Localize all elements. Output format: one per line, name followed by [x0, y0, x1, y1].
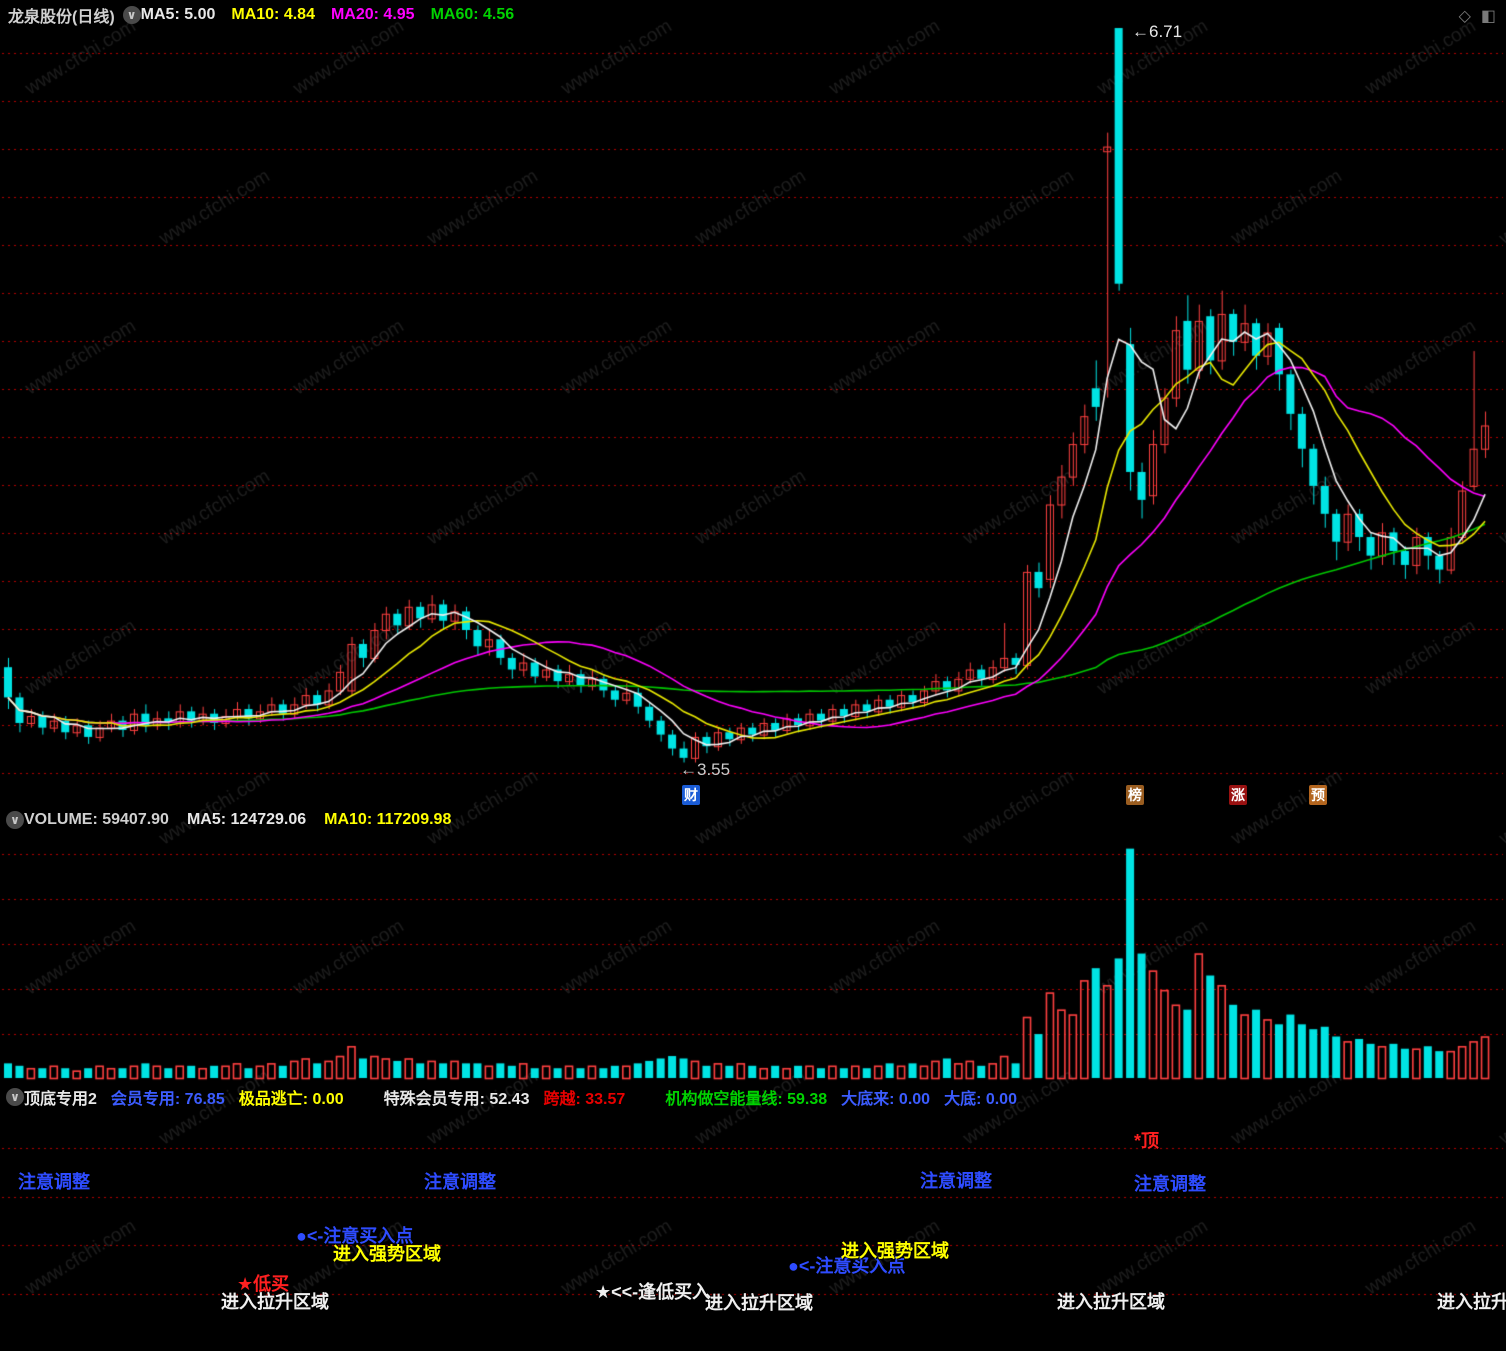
indicator-annotation: 进入拉升区域 [705, 1293, 813, 1313]
indicator-annotation: 进入拉升 [1437, 1292, 1506, 1312]
indicator-field: 会员专用: 76.85 [110, 1091, 225, 1108]
chart-canvas[interactable] [0, 0, 1506, 1351]
indicator-field: 大底: 0.00 [944, 1091, 1017, 1108]
chevron-down-icon[interactable]: ∨ [122, 6, 141, 24]
chevron-down-icon[interactable]: ∨ [6, 1088, 24, 1106]
event-marker[interactable]: 预 [1309, 785, 1327, 805]
indicator-annotation: 进入拉升区域 [221, 1292, 329, 1312]
indicator-field: 极品逃亡: 0.00 [238, 1091, 344, 1108]
main-chart-header: 龙泉股份(日线) ∨ MA5: 5.00 MA10: 4.84 MA20: 4.… [8, 3, 514, 27]
indicator-field: 跨越: 33.57 [543, 1091, 626, 1108]
indicator-annotation: *顶 [1134, 1131, 1160, 1151]
indicator-annotation: 注意调整 [424, 1172, 496, 1192]
indicator-field: 大底来: 0.00 [841, 1091, 931, 1108]
split-panel-icon[interactable]: ◧ [1481, 6, 1496, 26]
indicator-annotation: ★<<-逢低买入 [595, 1282, 711, 1302]
diamond-icon[interactable]: ◇ [1459, 6, 1471, 26]
ma20-value: MA20: 4.95 [330, 6, 415, 23]
event-marker[interactable]: 榜 [1126, 785, 1144, 805]
stock-title: 龙泉股份(日线) [8, 9, 115, 26]
window-controls: ◇ ◧ [1459, 6, 1496, 26]
ma10-value: MA10: 4.84 [231, 6, 315, 23]
event-marker[interactable]: 涨 [1229, 785, 1247, 805]
indicator-annotation: 进入强势区域 [841, 1241, 949, 1261]
indicator-annotation: 注意调整 [920, 1171, 992, 1191]
app-window: 龙泉股份(日线) ∨ MA5: 5.00 MA10: 4.84 MA20: 4.… [0, 0, 1506, 1351]
low-price-label: ←3.55 [680, 760, 731, 779]
indicator-annotation: 注意调整 [1134, 1174, 1206, 1194]
indicator-field: 特殊会员专用: 52.43 [383, 1091, 530, 1108]
volume-ma10-value: MA10: 117209.98 [324, 811, 452, 828]
indicator-annotation: 注意调整 [18, 1172, 90, 1192]
ma60-value: MA60: 4.56 [430, 6, 515, 23]
indicator-annotation: 进入强势区域 [333, 1244, 441, 1264]
indicator-field: 机构做空能量线: 59.38 [665, 1091, 828, 1108]
indicator-annotation: 进入拉升区域 [1057, 1292, 1165, 1312]
event-marker[interactable]: 财 [682, 785, 700, 805]
indicator-header: ∨ 顶底专用2 会员专用: 76.85 极品逃亡: 0.00 特殊会员专用: 5… [6, 1085, 1017, 1109]
high-price-label: ←6.71 [1132, 22, 1183, 41]
chevron-down-icon[interactable]: ∨ [6, 811, 24, 829]
volume-value: VOLUME: 59407.90 [24, 811, 169, 828]
volume-ma5-value: MA5: 124729.06 [186, 811, 307, 828]
indicator-name: 顶底专用2 [24, 1091, 97, 1108]
ma5-value: MA5: 5.00 [140, 6, 216, 23]
volume-header: ∨ VOLUME: 59407.90 MA5: 124729.06 MA10: … [6, 811, 451, 829]
